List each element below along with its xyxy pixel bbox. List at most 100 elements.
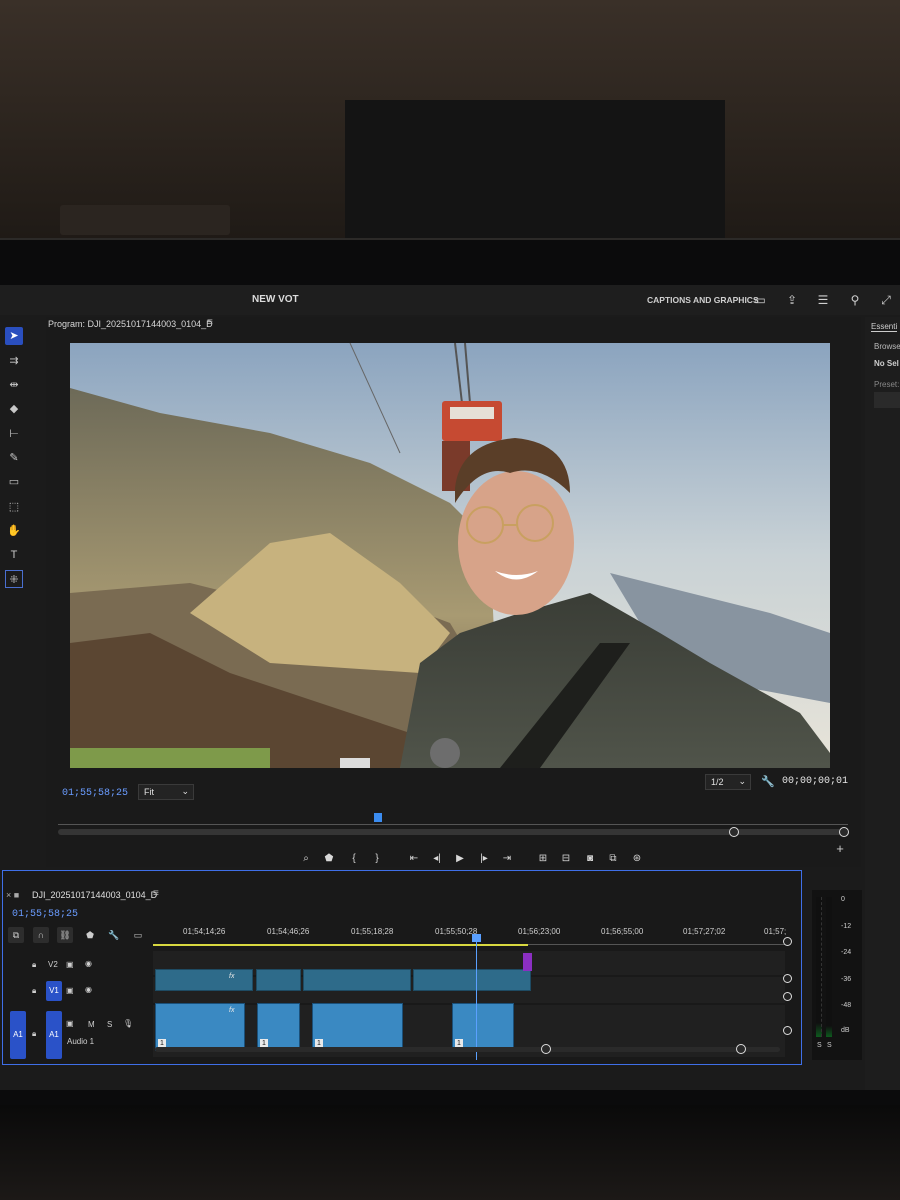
microphone-icon[interactable]: 🎙︎ — [123, 1019, 133, 1028]
hand-tool-icon[interactable]: ✋ — [5, 522, 23, 540]
fullscreen-icon[interactable]: ⤢ — [878, 292, 894, 308]
camera-icon[interactable]: ◙ — [582, 851, 598, 867]
program-current-timecode[interactable]: 01;55;58;25 — [62, 788, 128, 799]
meter-solo-left[interactable]: S — [817, 1042, 822, 1049]
scrollbar-left-handle[interactable] — [729, 827, 739, 837]
search-icon[interactable]: ⚲ — [847, 292, 863, 308]
linked-selection-icon[interactable]: ⛓ — [57, 927, 73, 943]
track-label-v2[interactable]: V2 — [48, 960, 58, 969]
mark-out-icon[interactable]: } — [369, 851, 385, 867]
mark-in-icon[interactable]: { — [346, 851, 362, 867]
meter-label: 0 — [841, 896, 845, 903]
lift-icon[interactable]: ⊞ — [535, 851, 551, 867]
step-back-icon[interactable]: ◂| — [429, 851, 445, 867]
chevron-down-icon: ⌄ — [738, 776, 746, 786]
track-height-knob[interactable] — [783, 992, 792, 1001]
meter-solo-right[interactable]: S — [827, 1042, 832, 1049]
track-label-v1[interactable]: V1 — [46, 981, 62, 1001]
timeline-current-timecode[interactable]: 01;55;58;25 — [12, 909, 78, 920]
sequence-tab[interactable]: DJI_20251017144003_0104_D — [32, 890, 157, 900]
export-frame-search-icon[interactable]: ⌕ — [298, 851, 314, 867]
type-tool-icon[interactable]: T — [5, 546, 23, 564]
nest-icon[interactable]: ⧉ — [8, 927, 24, 943]
eye-icon[interactable]: ◉ — [85, 985, 92, 994]
scrollbar-right-handle[interactable] — [839, 827, 849, 837]
extract-icon[interactable]: ⊟ — [558, 851, 574, 867]
step-forward-icon[interactable]: |▸ — [476, 851, 492, 867]
go-to-in-icon[interactable]: ⇤ — [406, 851, 422, 867]
track-height-knob[interactable] — [783, 1026, 792, 1035]
video-clip[interactable] — [413, 969, 531, 991]
no-selection-label: No Sel — [874, 359, 899, 368]
purple-marker[interactable] — [523, 953, 532, 971]
source-patch-a1[interactable]: A1 — [10, 1011, 26, 1059]
audio-clip[interactable]: 1 — [257, 1003, 300, 1051]
solo-button[interactable]: S — [107, 1020, 112, 1029]
go-to-out-icon[interactable]: ⇥ — [499, 851, 515, 867]
panel-toggle-icon[interactable]: ▭ — [752, 292, 768, 308]
timeline-menu-icon[interactable]: ≡ — [153, 888, 159, 899]
add-button-icon[interactable]: + — [832, 841, 848, 857]
timeline-scroll-left-handle[interactable] — [541, 1044, 551, 1054]
play-icon[interactable]: ▶ — [452, 851, 468, 867]
workspace-menu-icon[interactable]: ☰ — [815, 292, 831, 308]
ripple-edit-tool-icon[interactable]: ⇹ — [5, 376, 23, 394]
meter-label: -36 — [841, 976, 852, 983]
close-icon[interactable]: × ■ — [6, 890, 19, 900]
multicam-icon[interactable]: ⊛ — [629, 851, 645, 867]
mute-button[interactable]: M — [88, 1020, 95, 1029]
add-marker-icon[interactable]: ⬟ — [321, 851, 337, 867]
resolution-select[interactable]: 1/2 ⌄ — [705, 774, 751, 790]
track-height-knob[interactable] — [783, 974, 792, 983]
workspace-label[interactable]: CAPTIONS AND GRAPHICS — [647, 295, 759, 305]
eye-icon[interactable]: ◉ — [85, 959, 92, 968]
program-playhead[interactable] — [374, 813, 382, 822]
timeline-horizontal-scrollbar[interactable] — [155, 1047, 780, 1052]
audio-clip[interactable]: 1 — [452, 1003, 514, 1051]
panel-menu-icon[interactable]: ≡ — [207, 317, 213, 328]
wrench-icon[interactable]: 🔧 — [760, 774, 776, 790]
preset-select[interactable] — [874, 392, 900, 408]
track-header-v1: 🔒︎ V1 ▣ ◉ — [8, 979, 153, 1005]
lock-icon[interactable]: 🔒︎ — [32, 1029, 36, 1039]
snap-icon[interactable]: ∩ — [33, 927, 49, 943]
selection-tool-icon[interactable]: ➤ — [5, 327, 23, 345]
select-region-tool-icon[interactable]: ⬚ — [5, 498, 23, 516]
zoom-select[interactable]: Fit ⌄ — [138, 784, 194, 800]
rectangle-tool-icon[interactable]: ▭ — [5, 473, 23, 491]
pen-tool-icon[interactable]: ✎ — [5, 449, 23, 467]
ruler-label: 01;56;55;00 — [601, 927, 644, 936]
chevron-down-icon: ⌄ — [181, 786, 189, 796]
premiere-window: NEW VOT CAPTIONS AND GRAPHICS ▭ ⇪ ☰ ⚲ ⤢ … — [0, 285, 900, 1090]
slip-tool-icon[interactable]: ⊢ — [5, 425, 23, 443]
audio-meter-right — [826, 897, 832, 1037]
timeline-settings-icon[interactable]: 🔧 — [106, 927, 122, 943]
captions-icon[interactable]: ▭ — [130, 927, 146, 943]
ruler-label: 01;54;14;26 — [183, 927, 226, 936]
track-select-tool-icon[interactable]: ⇉ — [5, 352, 23, 370]
remix-tool-icon[interactable]: ⁜ — [5, 570, 23, 588]
meter-label: -48 — [841, 1002, 852, 1009]
film-icon[interactable]: ▣ — [66, 960, 74, 969]
program-time-ruler[interactable] — [58, 815, 848, 825]
video-clip[interactable] — [155, 969, 253, 991]
film-icon[interactable]: ▣ — [66, 986, 74, 995]
share-icon[interactable]: ⇪ — [784, 292, 800, 308]
track-height-knob[interactable] — [783, 937, 792, 946]
track-label-a1[interactable]: A1 — [46, 1011, 62, 1059]
timeline-scroll-right-handle[interactable] — [736, 1044, 746, 1054]
comparison-view-icon[interactable]: ⧉ — [605, 851, 621, 867]
video-clip[interactable] — [256, 969, 301, 991]
program-monitor-title[interactable]: Program: DJI_20251017144003_0104_D — [48, 319, 213, 329]
audio-clip[interactable]: 1 — [312, 1003, 403, 1051]
film-icon[interactable]: ▣ — [66, 1019, 74, 1028]
lock-icon[interactable]: 🔒︎ — [32, 960, 36, 970]
video-clip[interactable] — [303, 969, 411, 991]
work-area-bar[interactable] — [153, 944, 528, 946]
add-marker-icon[interactable]: ⬟ — [82, 927, 98, 943]
browse-tab[interactable]: Browse — [874, 342, 900, 351]
razor-tool-icon[interactable]: ◆ — [5, 400, 23, 418]
timeline-playhead[interactable] — [476, 940, 477, 1060]
lock-icon[interactable]: 🔒︎ — [32, 986, 36, 996]
essential-graphics-tab[interactable]: Essenti — [871, 322, 898, 332]
